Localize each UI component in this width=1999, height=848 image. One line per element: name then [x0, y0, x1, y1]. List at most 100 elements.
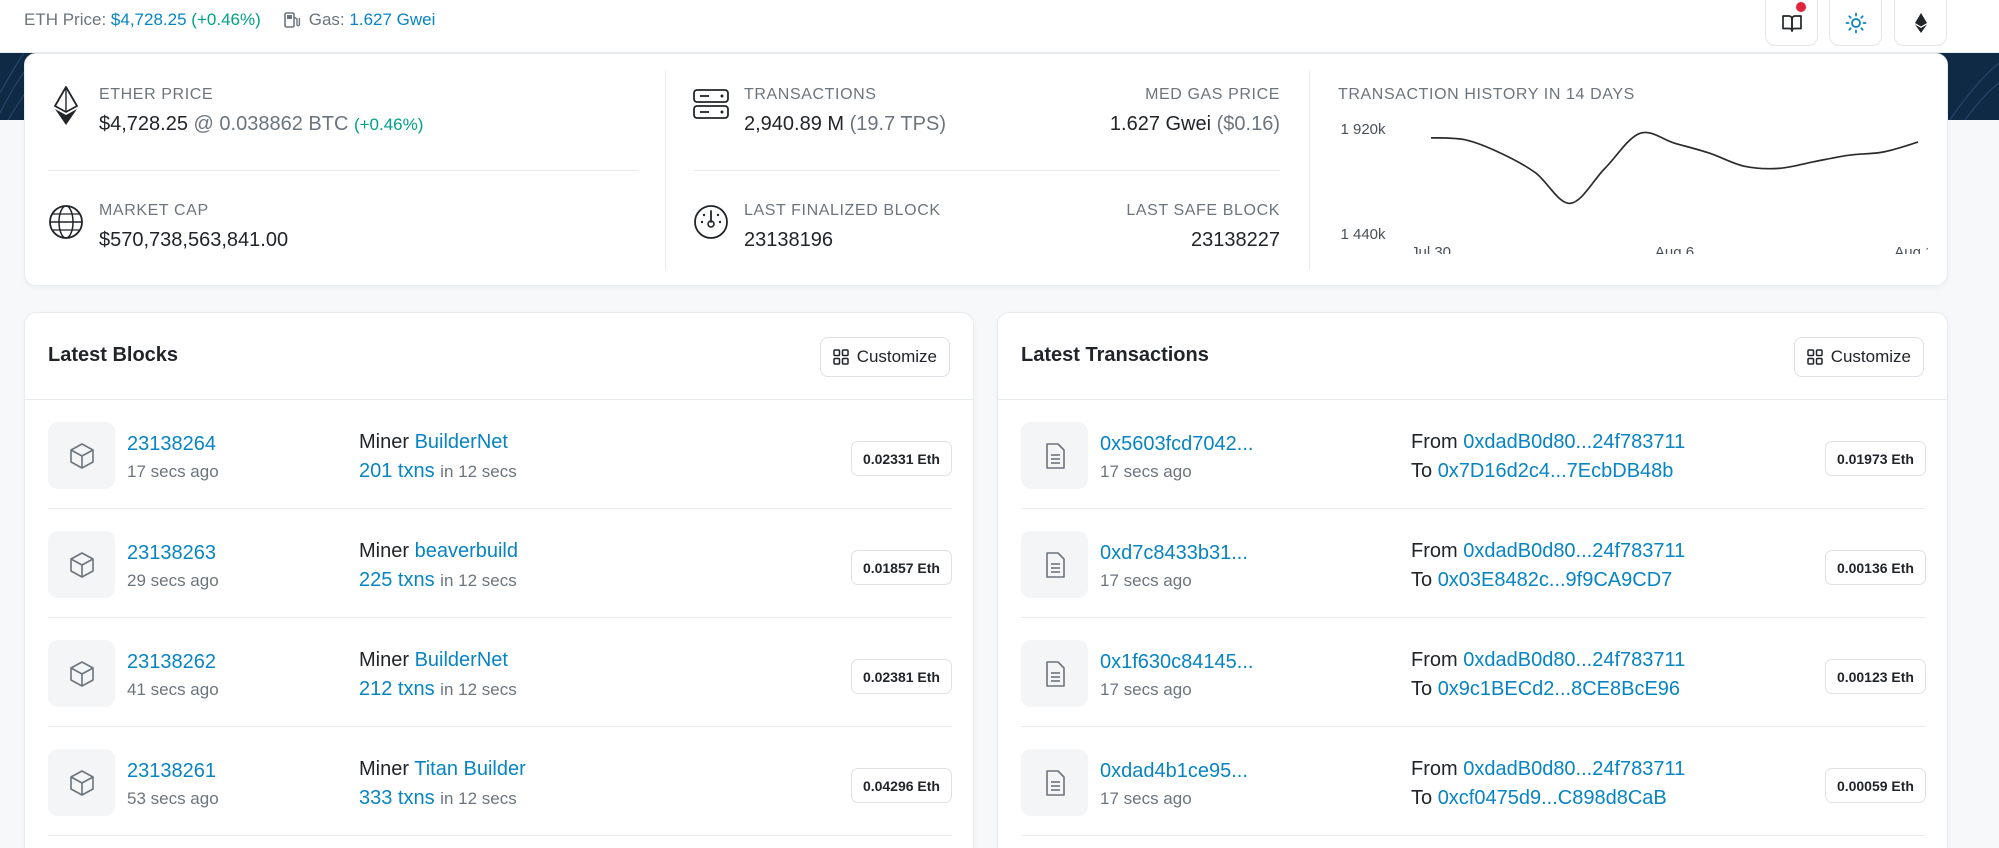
transactions-count[interactable]: 2,940.89 M — [744, 113, 844, 135]
miner-link[interactable]: BuilderNet — [415, 431, 508, 453]
from-address-link[interactable]: 0xdadB0d80...24f783711 — [1463, 540, 1685, 562]
block-row: 23138261 53 secs ago Miner Titan Builder 33… — [48, 727, 952, 836]
from-label: From — [1411, 540, 1458, 562]
notification-dot — [1796, 2, 1806, 12]
last-safe-block-value: 23138227 — [1191, 229, 1280, 251]
miner-link[interactable]: Titan Builder — [414, 758, 526, 780]
ether-price-stat: ETHER PRICE $4,728.25 @ 0.038862 BTC (+0… — [48, 86, 638, 146]
theme-toggle-button[interactable] — [1829, 0, 1882, 46]
gas-pump-icon — [283, 12, 300, 28]
x-tick-label: Aug 13 — [1894, 244, 1928, 254]
to-address-link[interactable]: 0x03E8482c...9f9CA9CD7 — [1438, 569, 1673, 591]
transaction-value-badge: 0.01973 Eth — [1824, 441, 1926, 476]
to-address-link[interactable]: 0xcf0475d9...C898d8CaB — [1438, 787, 1667, 809]
block-age: 17 secs ago — [127, 462, 219, 481]
block-miner: Miner BuilderNet — [359, 649, 508, 672]
customize-label: Customize — [856, 347, 937, 366]
latest-transactions-header: Latest Transactions Customize — [998, 313, 1947, 400]
block-number-link[interactable]: 23138263 — [127, 542, 216, 565]
txns-link[interactable]: 333 txns — [359, 787, 435, 809]
transaction-hash-link[interactable]: 0x1f630c84145... — [1100, 651, 1253, 674]
market-cap-label: MARKET CAP — [99, 202, 209, 219]
block-txns: 201 txns in 12 secs — [359, 460, 517, 483]
to-address-link[interactable]: 0x9c1BECd2...8CE8BcE96 — [1438, 678, 1680, 700]
to-address-link[interactable]: 0x7D16d2c4...7EcbDB48b — [1438, 460, 1674, 482]
transactions-tps: (19.7 TPS) — [849, 113, 946, 135]
transaction-to: To 0x9c1BECd2...8CE8BcE96 — [1411, 678, 1680, 701]
block-number-link[interactable]: 23138262 — [127, 651, 216, 674]
latest-blocks-title: Latest Blocks — [48, 344, 179, 366]
block-txns: 225 txns in 12 secs — [359, 569, 517, 592]
miner-label: Miner — [359, 758, 410, 780]
transaction-age: 17 secs ago — [1100, 462, 1192, 481]
customize-button[interactable]: Customize — [1793, 337, 1924, 377]
ethereum-icon — [1914, 12, 1927, 33]
transactions-stat: TRANSACTIONS 2,940.89 M (19.7 TPS) — [693, 86, 1023, 146]
transaction-row: 0x5603fcd7042... 17 secs ago From 0xdadB0d… — [1021, 400, 1926, 509]
transaction-from: From 0xdadB0d80...24f783711 — [1411, 540, 1685, 563]
transaction-hash-link[interactable]: 0xd7c8433b31... — [1100, 542, 1248, 565]
transaction-tile — [1021, 422, 1088, 489]
transaction-tile — [1021, 640, 1088, 707]
document-icon — [1045, 660, 1065, 687]
customize-button[interactable]: Customize — [819, 337, 950, 377]
block-miner: Miner Titan Builder — [359, 758, 526, 781]
divider — [48, 170, 638, 171]
block-age: 41 secs ago — [127, 680, 219, 699]
transactions-value: 2,940.89 M (19.7 TPS) — [744, 113, 946, 136]
med-gas-price-gwei[interactable]: 1.627 Gwei — [1110, 113, 1211, 135]
block-tile — [48, 531, 115, 598]
ether-price-btc: @ 0.038862 BTC — [193, 113, 349, 135]
block-row: 23138263 29 secs ago Miner beaverbuild 225 … — [48, 509, 952, 618]
txns-link[interactable]: 225 txns — [359, 569, 435, 591]
transaction-from: From 0xdadB0d80...24f783711 — [1411, 758, 1685, 781]
block-time: in 12 secs — [440, 571, 517, 590]
y-tick-label: 1 440k — [1340, 226, 1386, 243]
transaction-to: To 0xcf0475d9...C898d8CaB — [1411, 787, 1667, 810]
from-address-link[interactable]: 0xdadB0d80...24f783711 — [1463, 649, 1685, 671]
from-address-link[interactable]: 0xdadB0d80...24f783711 — [1463, 431, 1685, 453]
cube-icon — [69, 442, 94, 469]
x-tick-label: Jul 30 — [1411, 244, 1451, 254]
transaction-to: To 0x03E8482c...9f9CA9CD7 — [1411, 569, 1672, 592]
cube-icon — [69, 769, 94, 796]
transaction-hash-link[interactable]: 0x5603fcd7042... — [1100, 433, 1253, 456]
block-number-link[interactable]: 23138264 — [127, 433, 216, 456]
transaction-row: 0xd7c8433b31... 17 secs ago From 0xdadB0d8… — [1021, 509, 1926, 618]
last-finalized-block-label: LAST FINALIZED BLOCK — [744, 202, 941, 219]
to-label: To — [1411, 460, 1433, 482]
txns-link[interactable]: 201 txns — [359, 460, 435, 482]
customize-label: Customize — [1830, 347, 1911, 366]
block-reward-badge: 0.02381 Eth — [850, 659, 952, 694]
block-tile — [48, 749, 115, 816]
miner-label: Miner — [359, 540, 410, 562]
eth-price-change: (+0.46%) — [191, 10, 261, 29]
block-row: 23138262 41 secs ago Miner BuilderNet 212 t… — [48, 618, 952, 727]
latest-blocks-card: Latest Blocks Customize 23138264 17 secs … — [24, 312, 974, 848]
block-txns: 333 txns in 12 secs — [359, 787, 517, 810]
transaction-value-badge: 0.00123 Eth — [1824, 659, 1926, 694]
transaction-age: 17 secs ago — [1100, 680, 1192, 699]
x-tick-label: Aug 6 — [1655, 244, 1694, 254]
transaction-age: 17 secs ago — [1100, 571, 1192, 590]
block-number-link[interactable]: 23138261 — [127, 760, 216, 783]
block-txns: 212 txns in 12 secs — [359, 678, 517, 701]
book-button[interactable] — [1765, 0, 1818, 46]
miner-link[interactable]: beaverbuild — [415, 540, 518, 562]
txns-link[interactable]: 212 txns — [359, 678, 435, 700]
transaction-value-badge: 0.00059 Eth — [1824, 768, 1926, 803]
stats-card: ETHER PRICE $4,728.25 @ 0.038862 BTC (+0… — [24, 53, 1948, 286]
ethereum-icon — [54, 86, 78, 125]
miner-label: Miner — [359, 649, 410, 671]
miner-link[interactable]: BuilderNet — [415, 649, 508, 671]
eth-price-value[interactable]: $4,728.25 — [111, 10, 187, 30]
from-address-link[interactable]: 0xdadB0d80...24f783711 — [1463, 758, 1685, 780]
gas-value[interactable]: 1.627 Gwei — [349, 10, 435, 30]
cube-icon — [69, 660, 94, 687]
divider — [1309, 70, 1310, 270]
transaction-hash-link[interactable]: 0xdad4b1ce95... — [1100, 760, 1248, 783]
network-button[interactable] — [1894, 0, 1947, 46]
document-icon — [1045, 442, 1065, 469]
transaction-history-chart[interactable]: 1 920k 1 440k Jul 30 Aug 6 Aug 13 — [1338, 114, 1928, 254]
ether-price-usd[interactable]: $4,728.25 — [99, 113, 188, 135]
